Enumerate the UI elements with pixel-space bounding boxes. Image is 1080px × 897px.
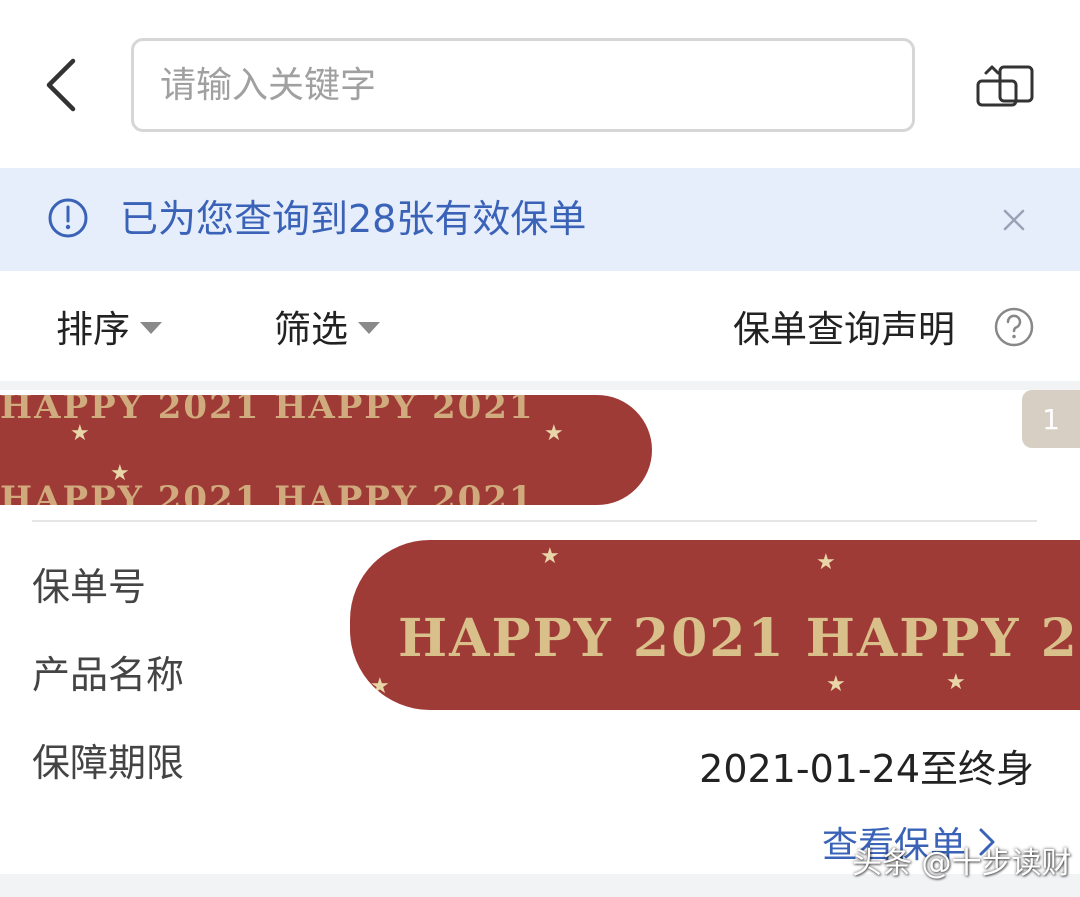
search-box[interactable] xyxy=(131,38,915,132)
redaction-sticker-title: HAPPY 2021 HAPPY 2021 HAPPY 2021 HAPPY 2… xyxy=(0,395,652,505)
sort-dropdown[interactable]: 排序 xyxy=(56,300,162,352)
chevron-left-icon xyxy=(46,58,76,112)
policy-number-label: 保单号 xyxy=(32,565,147,609)
caret-down-icon xyxy=(358,322,380,334)
notice-close-button[interactable] xyxy=(994,200,1034,240)
redaction-sticker-text: HAPPY 2021 HAPPY 2021 xyxy=(0,479,535,505)
filter-label: 筛选 xyxy=(274,308,348,351)
star-icon: ★ xyxy=(370,674,390,699)
search-input[interactable] xyxy=(134,41,912,129)
declaration-link[interactable]: 保单查询声明 xyxy=(733,300,955,352)
star-icon: ★ xyxy=(816,550,836,575)
redaction-sticker-text: HAPPY 2021 HAPPY 2 xyxy=(398,608,1079,669)
coverage-term-value: 2021-01-24至终身 xyxy=(699,747,1034,791)
watermark-text: 头条 @十步读财 xyxy=(852,846,1072,881)
sort-label: 排序 xyxy=(56,308,130,351)
filter-dropdown[interactable]: 筛选 xyxy=(274,300,380,352)
star-icon: ★ xyxy=(544,421,564,446)
caret-down-icon xyxy=(140,322,162,334)
star-icon: ★ xyxy=(70,421,90,446)
star-icon: ★ xyxy=(540,544,560,569)
question-circle-icon[interactable] xyxy=(993,306,1035,348)
back-button[interactable] xyxy=(30,50,90,120)
star-icon: ★ xyxy=(826,672,846,697)
star-icon: ★ xyxy=(946,670,966,695)
notice-text: 已为您查询到28张有效保单 xyxy=(120,197,587,241)
product-name-label: 产品名称 xyxy=(32,653,185,697)
switch-view-button[interactable] xyxy=(970,55,1042,117)
info-circle-icon xyxy=(48,198,88,238)
close-icon xyxy=(1003,209,1025,231)
switch-view-icon xyxy=(976,65,1034,107)
declaration-label: 保单查询声明 xyxy=(733,308,955,351)
coverage-term-label: 保障期限 xyxy=(32,741,185,785)
index-badge: 1 xyxy=(1022,390,1080,448)
star-icon: ★ xyxy=(110,461,130,486)
redaction-sticker-values: HAPPY 2021 HAPPY 2 ★ ★ ★ ★ ★ xyxy=(350,540,1080,710)
divider xyxy=(32,520,1037,522)
